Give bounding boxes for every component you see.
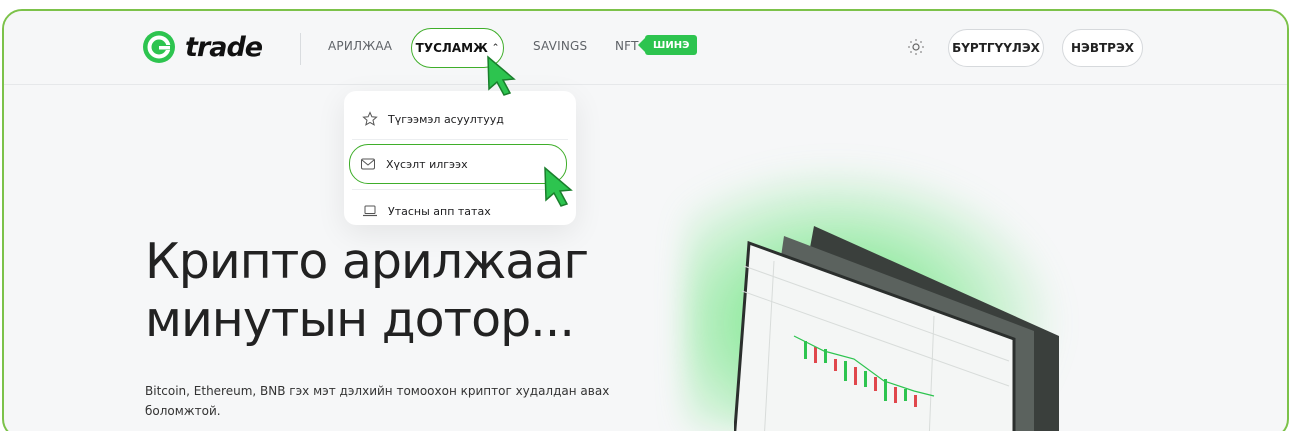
logo[interactable]: trade [141, 29, 263, 65]
register-button[interactable]: БҮРТГҮҮЛЭХ [948, 29, 1044, 67]
hero-title-line-1: Крипто арилжааг [145, 233, 589, 290]
hero-title: Крипто арилжааг минутын дотор... [145, 233, 589, 349]
star-icon [362, 111, 378, 126]
dropdown-item-label: Утасны апп татах [388, 204, 491, 218]
sun-icon[interactable] [907, 38, 925, 56]
new-badge: ШИНЭ [637, 35, 698, 55]
dropdown-item-download-app[interactable]: Утасны апп татах [352, 192, 568, 230]
login-button[interactable]: НЭВТРЭХ [1062, 29, 1143, 67]
logo-text: trade [185, 31, 263, 63]
hero-title-line-2: минутын дотор... [145, 291, 575, 348]
nav-link-savings[interactable]: SAVINGS [533, 39, 587, 53]
browser-frame: trade АРИЛЖАА ТУСЛАМЖ ⌃ SAVINGS NFT ШИНЭ… [2, 9, 1289, 431]
top-navbar: trade АРИЛЖАА ТУСЛАМЖ ⌃ SAVINGS NFT ШИНЭ… [4, 11, 1287, 85]
nav-divider [300, 33, 301, 65]
dropdown-item-faq[interactable]: Түгээмэл асуултууд [352, 100, 568, 138]
dropdown-item-label: Түгээмэл асуултууд [388, 112, 504, 126]
mail-icon [361, 158, 375, 170]
cursor-arrow-icon [544, 166, 573, 207]
nav-link-nft[interactable]: NFT [615, 39, 639, 53]
hero-subtitle: Bitcoin, Ethereum, BNB гэх мэт дэлхийн т… [145, 384, 610, 418]
nav-link-trade[interactable]: АРИЛЖАА [328, 39, 392, 53]
dropdown-item-send-request[interactable]: Хүсэлт илгээх [349, 144, 567, 184]
dropdown-item-label: Хүсэлт илгээх [386, 157, 468, 171]
dropdown-divider [352, 189, 568, 190]
dropdown-divider [352, 139, 568, 140]
chevron-up-icon: ⌃ [491, 43, 500, 53]
laptop-icon [363, 205, 377, 217]
logo-icon [143, 31, 175, 63]
cursor-arrow-icon [487, 55, 516, 96]
trading-dashboard-mockup [734, 226, 1059, 431]
help-menu-label: ТУСЛАМЖ [415, 41, 488, 55]
